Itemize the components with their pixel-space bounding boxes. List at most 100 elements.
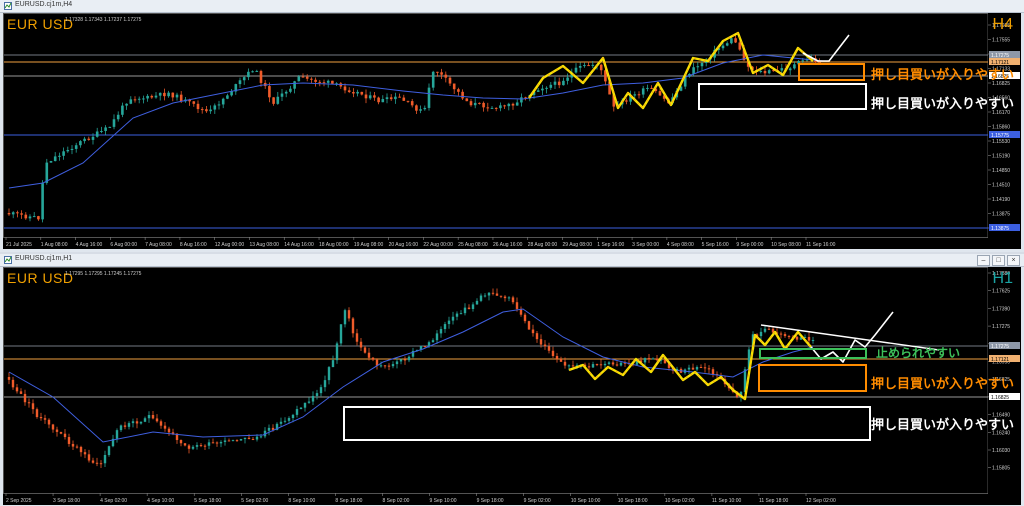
- candle-body: [163, 92, 166, 97]
- candle: [603, 361, 607, 368]
- time-tick-label: 28 Aug 00:00: [528, 242, 558, 248]
- candle-body: [523, 314, 527, 322]
- candle: [135, 418, 139, 429]
- window-title: EURUSD.cj1m,H1: [15, 255, 73, 262]
- candle: [43, 414, 47, 424]
- candle-body: [435, 333, 439, 341]
- maximize-button[interactable]: □: [992, 255, 1005, 266]
- candle-body: [515, 102, 519, 106]
- candle: [490, 105, 494, 109]
- candle: [268, 82, 271, 103]
- candle: [637, 91, 641, 99]
- price-chart-h1[interactable]: 1.178801.176251.173901.172751.171211.169…: [3, 267, 1021, 505]
- candle-body: [807, 336, 811, 341]
- candlestick-chart-svg[interactable]: 1.178801.176251.173901.172751.171211.169…: [3, 267, 1021, 505]
- candle-body: [171, 92, 175, 98]
- close-button[interactable]: ×: [1007, 255, 1020, 266]
- time-tick-label: 14 Aug 16:00: [284, 242, 314, 248]
- candle: [195, 442, 199, 450]
- candle: [389, 94, 393, 101]
- candle-body: [407, 356, 411, 361]
- candle: [131, 418, 135, 428]
- candle-body: [783, 334, 787, 337]
- candle: [627, 358, 631, 366]
- candle-body: [100, 130, 103, 132]
- candle-body: [507, 297, 511, 299]
- window-titlebar[interactable]: EURUSD.cj1m,H1 – □ ×: [0, 254, 1024, 267]
- candle: [284, 90, 288, 98]
- candle: [699, 364, 703, 369]
- candle: [235, 439, 239, 442]
- candle-body: [267, 427, 271, 431]
- candle: [20, 210, 23, 219]
- window-title: EURUSD.cj1m,H4: [15, 1, 73, 8]
- chart-window-icon: [4, 256, 12, 264]
- candle-body: [511, 103, 515, 106]
- candle-body: [219, 441, 223, 444]
- candle-body: [37, 216, 40, 220]
- candle-body: [427, 342, 431, 347]
- candlestick-chart-svg[interactable]: 1.179351.175551.172751.171331.168251.165…: [3, 13, 1021, 249]
- candle-body: [549, 84, 553, 88]
- price-tick-label: 1.15530: [992, 139, 1010, 145]
- candle-body: [119, 425, 123, 431]
- minimize-button[interactable]: –: [977, 255, 990, 266]
- candle-body: [503, 105, 506, 107]
- candle: [555, 353, 559, 363]
- candle: [381, 95, 385, 103]
- candle-body: [139, 421, 143, 424]
- candle-body: [539, 339, 543, 345]
- candle: [711, 367, 715, 378]
- candle-body: [545, 87, 548, 89]
- candle-body: [603, 363, 607, 366]
- candle-body: [147, 415, 151, 419]
- candle-body: [45, 162, 49, 183]
- candle: [479, 293, 483, 303]
- candle: [307, 397, 311, 404]
- candle: [703, 363, 707, 373]
- candle-body: [531, 329, 535, 334]
- candle: [219, 440, 223, 448]
- candle-body: [104, 127, 107, 131]
- price-chart-h4[interactable]: 1.179351.175551.172751.171331.168251.165…: [3, 13, 1021, 249]
- candle-body: [633, 94, 637, 96]
- time-tick-label: 12 Aug 00:00: [215, 242, 245, 248]
- candle-body: [347, 310, 351, 319]
- candle: [70, 145, 74, 155]
- candle: [511, 295, 515, 305]
- candle: [11, 376, 15, 390]
- candle-body: [637, 94, 641, 96]
- candle: [239, 438, 243, 441]
- candle: [767, 68, 771, 75]
- candle: [11, 211, 15, 219]
- candle: [83, 449, 87, 459]
- candle: [155, 414, 159, 423]
- candle: [87, 449, 91, 463]
- ohlc-readout: 1.17328 1.17343 1.17237 1.17275: [65, 17, 142, 23]
- candle-body: [707, 368, 711, 370]
- candle-body: [335, 343, 339, 361]
- window-titlebar[interactable]: EURUSD.cj1m,H4: [0, 0, 1024, 13]
- candle: [385, 93, 389, 104]
- candle-body: [247, 71, 250, 78]
- candle-body: [127, 423, 131, 427]
- candle: [192, 100, 196, 107]
- candle-body: [801, 60, 805, 62]
- candle: [24, 212, 28, 220]
- candle: [150, 94, 154, 99]
- candle-body: [159, 421, 163, 426]
- timeframe-label: H4: [992, 16, 1013, 33]
- candle: [15, 383, 19, 394]
- time-tick-label: 25 Aug 08:00: [458, 242, 488, 248]
- candle-body: [555, 355, 559, 359]
- candle: [339, 324, 343, 346]
- candle: [535, 330, 539, 343]
- candle: [443, 321, 447, 333]
- candle: [615, 361, 619, 367]
- candle-body: [231, 440, 235, 442]
- candle-body: [559, 358, 563, 362]
- candle: [347, 307, 351, 322]
- candle: [100, 126, 103, 134]
- candle-body: [287, 418, 291, 421]
- candle-body: [763, 70, 767, 74]
